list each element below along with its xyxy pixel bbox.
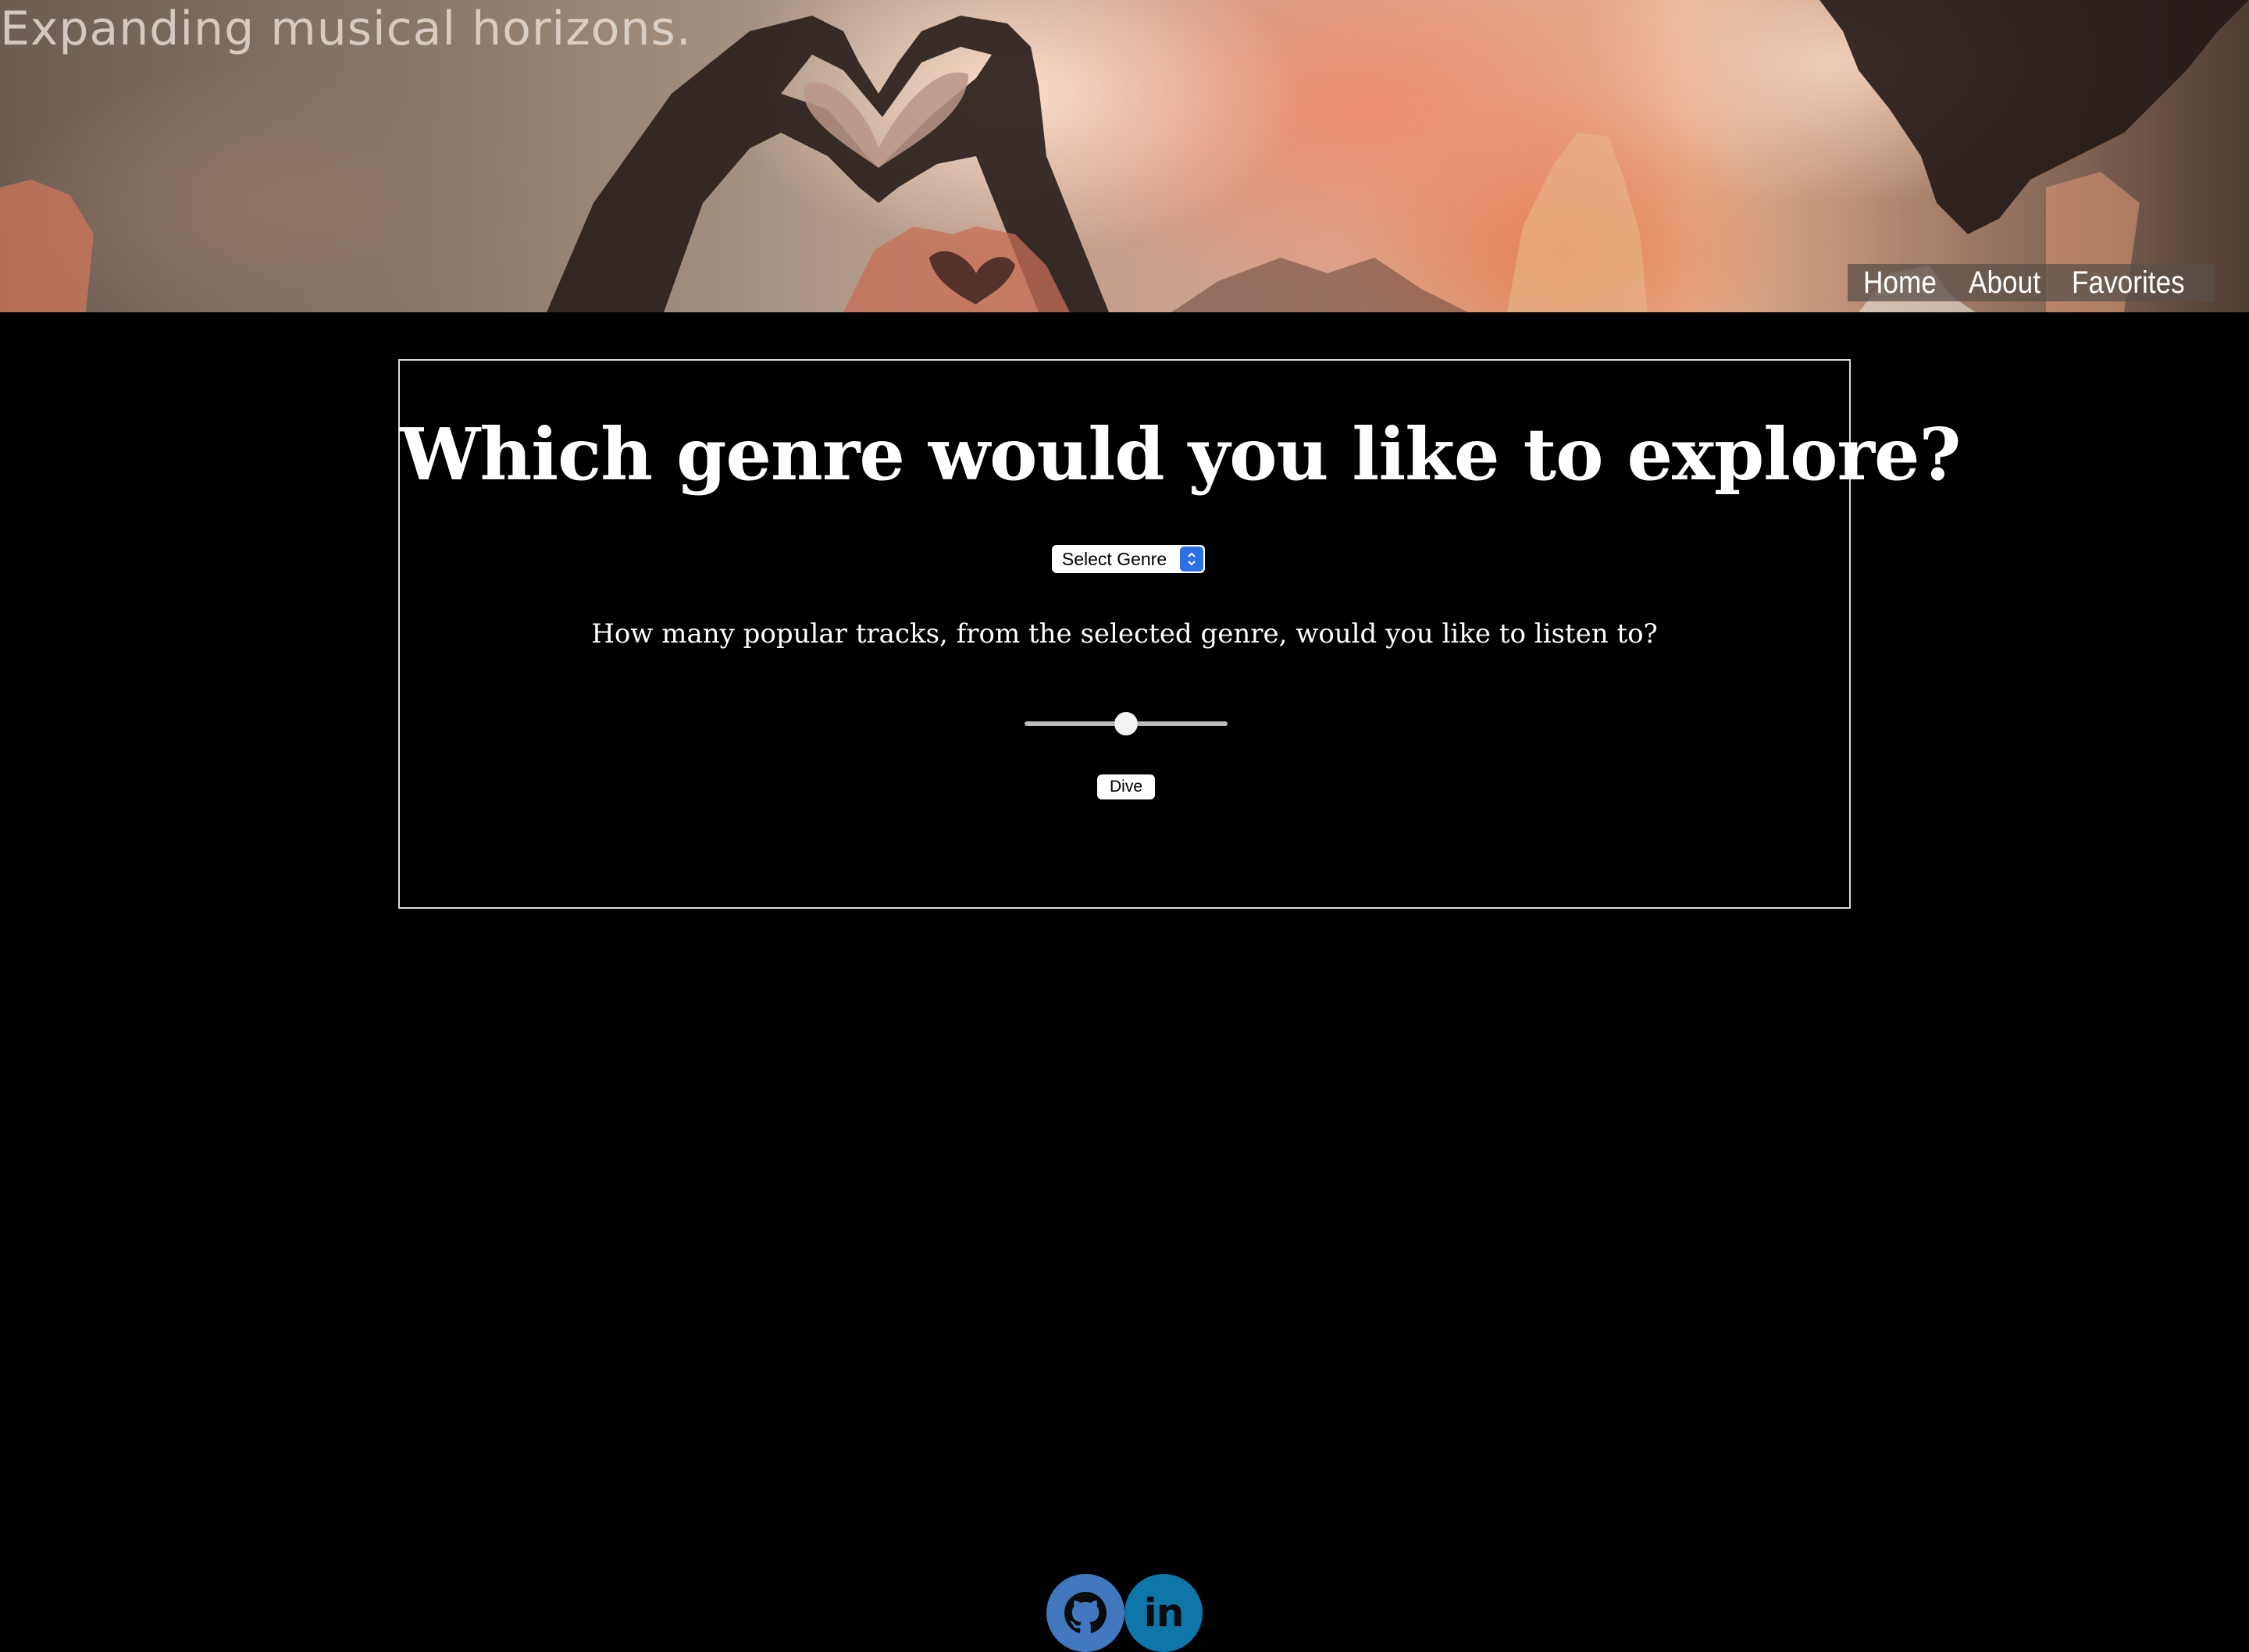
hero-banner: Expanding musical horizons. Home About F… bbox=[0, 0, 2249, 312]
nav-favorites[interactable]: Favorites bbox=[2072, 264, 2185, 301]
main-nav: Home About Favorites bbox=[1848, 264, 2215, 301]
nav-home[interactable]: Home bbox=[1863, 264, 1937, 301]
nav-about[interactable]: About bbox=[1969, 264, 2040, 301]
linkedin-link[interactable]: in bbox=[1124, 1574, 1203, 1652]
github-link[interactable] bbox=[1046, 1574, 1124, 1652]
track-count-slider[interactable] bbox=[1025, 712, 1228, 735]
site-tagline: Expanding musical horizons. bbox=[0, 2, 692, 56]
genre-select[interactable]: Select Genre bbox=[1052, 545, 1205, 573]
select-chevron-icon bbox=[1180, 547, 1203, 571]
genre-select-value: Select Genre bbox=[1061, 548, 1167, 569]
genre-explorer-card: Which genre would you like to explore? S… bbox=[398, 359, 1961, 909]
slider-thumb[interactable] bbox=[1114, 712, 1138, 735]
github-icon bbox=[1064, 1592, 1107, 1633]
linkedin-icon: in bbox=[1143, 1590, 1185, 1636]
page-heading: Which genre would you like to explore? bbox=[400, 412, 1961, 497]
dive-button[interactable]: Dive bbox=[1097, 774, 1155, 799]
track-count-question: How many popular tracks, from the select… bbox=[591, 618, 1658, 650]
